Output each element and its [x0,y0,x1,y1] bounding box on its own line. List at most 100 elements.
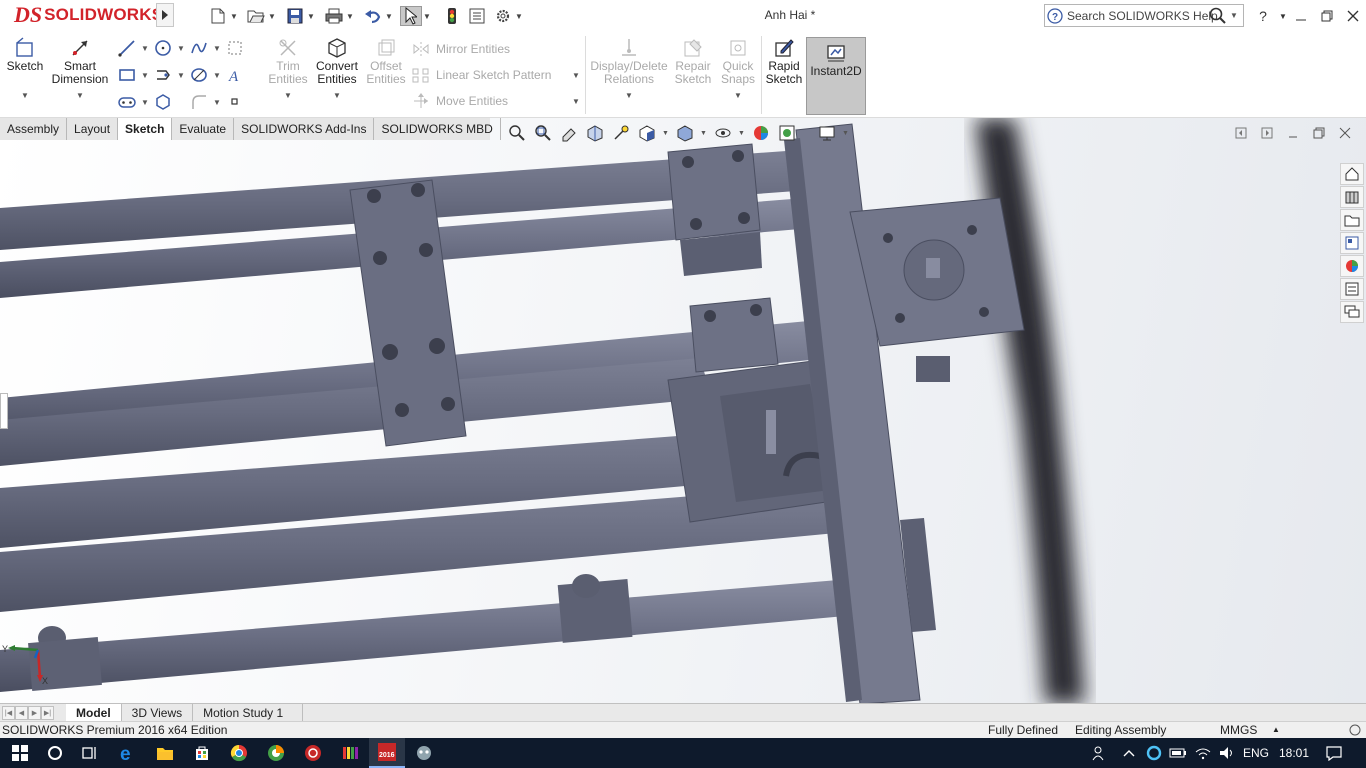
graphics-area[interactable] [0,118,1366,704]
coccoc-button[interactable] [258,738,294,768]
app-button-3[interactable] [406,738,442,768]
undo-button[interactable]: ▼ [362,5,394,27]
chevron-down-icon[interactable]: ▼ [333,89,341,102]
tab-solidworks-add-ins[interactable]: SOLIDWORKS Add-Ins [234,118,375,140]
tab-evaluate[interactable]: Evaluate [172,118,235,140]
dynamic-annotation-icon[interactable] [610,122,632,144]
repair-sketch-button[interactable]: Repair Sketch [672,36,714,86]
mirror-entities-button[interactable]: Mirror Entities [412,41,510,57]
battery-icon[interactable] [1167,738,1189,768]
chevron-down-icon[interactable]: ▼ [140,71,150,80]
move-entities-button[interactable]: Move Entities [412,93,508,109]
chevron-down-icon[interactable]: ▼ [212,44,222,53]
apply-scene-icon[interactable] [776,122,798,144]
chevron-down-icon[interactable]: ▼ [571,97,581,106]
chevron-down-icon[interactable]: ▼ [662,130,670,137]
rebuild-button[interactable] [441,5,463,27]
chevron-down-icon[interactable]: ▼ [76,89,84,102]
units-dropdown-icon[interactable]: ▲ [1272,725,1280,734]
straight-slot-icon[interactable] [116,92,138,112]
chevron-down-icon[interactable]: ▼ [176,44,186,53]
viewport-minimize-icon[interactable] [1282,124,1304,142]
restore-button[interactable] [1316,6,1338,26]
show-hidden-icons[interactable] [1118,738,1140,768]
viewport-close-icon[interactable] [1334,124,1356,142]
fillet-icon[interactable] [188,92,210,112]
save-button[interactable]: ▼ [284,5,316,27]
smart-dimension-button[interactable]: Smart Dimension ▼ [52,36,108,102]
design-library-icon[interactable] [1340,186,1364,208]
options-button[interactable]: ▼ [492,5,524,27]
search-taskbar-button[interactable] [37,738,73,768]
chevron-down-icon[interactable]: ▼ [738,130,746,137]
prev-tab-icon[interactable]: ◀ [15,705,28,720]
zoom-to-area-icon[interactable] [532,122,554,144]
hide-show-items-icon[interactable] [712,122,734,144]
line-icon[interactable] [116,38,138,58]
circle-icon[interactable] [152,38,174,58]
forum-icon[interactable] [1340,301,1364,323]
edit-appearance-icon[interactable] [750,122,772,144]
wifi-icon[interactable] [1191,738,1215,768]
clock-time[interactable]: 18:01 [1276,738,1312,768]
point-icon[interactable] [224,92,246,112]
linear-sketch-pattern-button[interactable]: Linear Sketch Pattern [412,67,551,83]
tile-left-icon[interactable] [1230,124,1252,142]
view-settings-icon[interactable] [816,122,838,144]
sketch-button[interactable]: Sketch ▼ [6,36,44,102]
assembly-model-view[interactable] [0,118,1366,704]
chevron-down-icon[interactable]: ▼ [212,71,222,80]
text-icon[interactable]: A [224,65,246,85]
start-button[interactable] [2,738,38,768]
search-icon[interactable] [1207,6,1229,26]
people-icon[interactable] [1088,738,1112,768]
help-button[interactable]: ? [1252,6,1274,26]
input-language[interactable]: ENG [1240,738,1272,768]
tab-assembly[interactable]: Assembly [0,118,68,140]
chevron-down-icon[interactable]: ▼ [1229,11,1239,20]
chevron-down-icon[interactable]: ▼ [384,12,394,21]
menu-expand-button[interactable] [156,3,174,27]
coccoc-tray-icon[interactable] [1143,738,1165,768]
chevron-down-icon[interactable]: ▼ [514,12,524,21]
first-tab-icon[interactable]: |◀ [2,705,15,720]
chevron-down-icon[interactable]: ▼ [345,12,355,21]
app-button[interactable] [295,738,331,768]
chrome-button[interactable] [221,738,257,768]
instant2d-button[interactable]: Instant2D [806,37,866,115]
custom-properties-icon[interactable] [1340,278,1364,300]
tab-motion-study-1[interactable]: Motion Study 1 [193,703,304,722]
chevron-down-icon[interactable]: ▼ [140,44,150,53]
chevron-down-icon[interactable]: ▼ [422,12,432,21]
spline-icon[interactable] [188,38,210,58]
quick-snaps-button[interactable]: Quick Snaps ▼ [718,36,758,102]
chevron-down-icon[interactable]: ▼ [842,130,850,137]
help-search-box[interactable]: ? Search SOLIDWORKS Help ▼ [1044,4,1244,27]
chevron-down-icon[interactable]: ▼ [229,12,239,21]
file-explorer-button[interactable] [147,738,183,768]
chevron-down-icon[interactable]: ▼ [700,130,708,137]
chevron-down-icon[interactable]: ▼ [21,89,29,102]
tab-3d-views[interactable]: 3D Views [122,703,194,722]
chevron-down-icon[interactable]: ▼ [625,89,633,102]
slot-icon[interactable] [152,65,174,85]
display-style-icon[interactable] [674,122,696,144]
task-view-button[interactable] [72,738,108,768]
edge-button[interactable]: e [110,738,146,768]
volume-icon[interactable] [1215,738,1239,768]
close-button[interactable] [1342,6,1364,26]
chevron-down-icon[interactable]: ▼ [306,12,316,21]
search-placeholder[interactable]: Search SOLIDWORKS Help [1067,9,1218,23]
chevron-down-icon[interactable]: ▼ [140,98,150,107]
unit-system[interactable]: MMGS [1220,723,1257,737]
tab-sketch[interactable]: Sketch [118,118,173,140]
store-button[interactable] [184,738,220,768]
open-button[interactable]: ▼ [245,5,277,27]
last-tab-icon[interactable]: ▶| [41,705,54,720]
file-properties-button[interactable] [466,5,488,27]
arc-icon[interactable] [188,65,210,85]
rapid-sketch-button[interactable]: Rapid Sketch [764,36,804,86]
select-button[interactable]: ▼ [400,5,432,27]
chevron-down-icon[interactable]: ▼ [571,71,581,80]
chevron-down-icon[interactable]: ▼ [734,89,742,102]
